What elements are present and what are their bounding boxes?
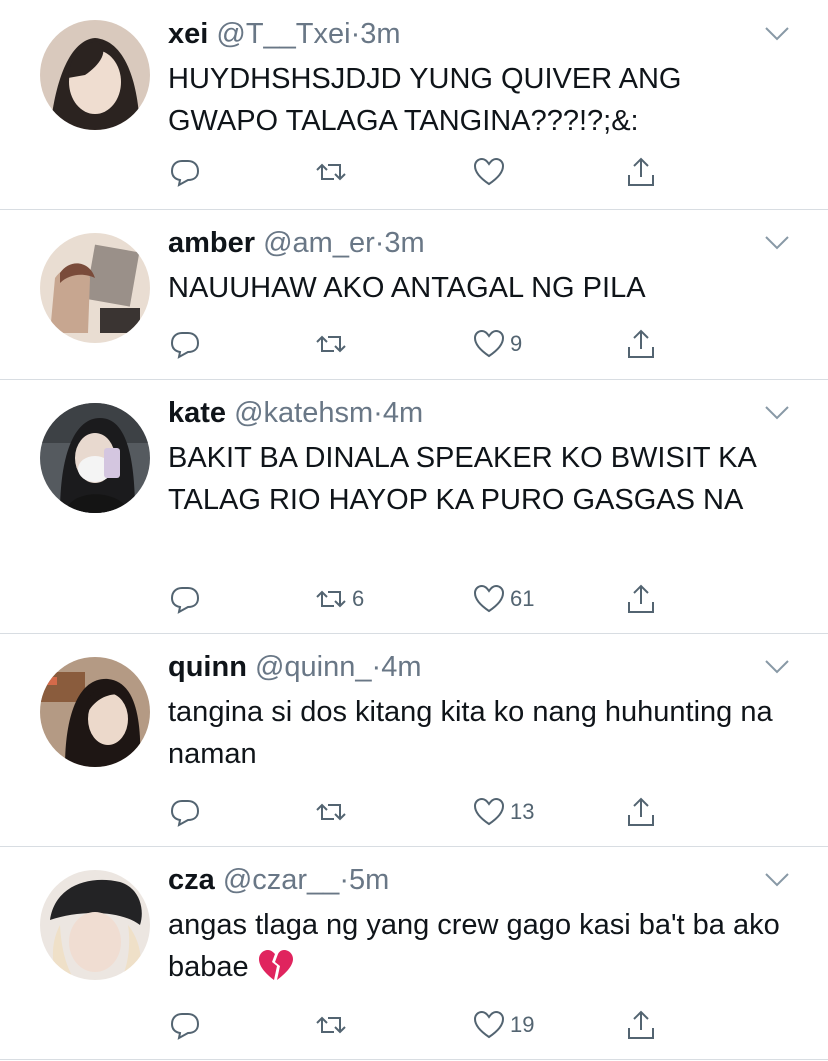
retweet-icon bbox=[316, 590, 346, 608]
reply-button[interactable] bbox=[168, 152, 202, 192]
avatar[interactable] bbox=[40, 403, 150, 513]
retweet-icon bbox=[316, 335, 346, 353]
chevron-down-icon[interactable] bbox=[764, 872, 790, 888]
heart-icon bbox=[473, 797, 505, 826]
heart-icon bbox=[473, 584, 505, 613]
separator-dot: · bbox=[373, 397, 383, 429]
separator-dot: · bbox=[350, 18, 361, 50]
share-button[interactable] bbox=[624, 152, 658, 192]
tweet-actions bbox=[168, 152, 728, 192]
display-name[interactable]: amber bbox=[168, 227, 255, 259]
timestamp[interactable]: 4m bbox=[383, 397, 423, 429]
reply-button[interactable] bbox=[168, 579, 202, 619]
heart-icon bbox=[473, 1010, 505, 1039]
retweet-icon bbox=[316, 1016, 346, 1034]
tweet-header: kate @katehsm·4m bbox=[168, 395, 423, 431]
retweet-button[interactable]: 6 bbox=[314, 579, 364, 619]
tweet-header: amber @am_er·3m bbox=[168, 225, 425, 261]
tweet[interactable]: cza @czar__·5m angas tlaga ng yang crew … bbox=[0, 846, 828, 1060]
retweet-count: 6 bbox=[352, 586, 365, 611]
share-button[interactable] bbox=[624, 1005, 658, 1045]
tweet[interactable]: kate @katehsm·4m BAKIT BA DINALA SPEAKER… bbox=[0, 379, 828, 634]
tweet-actions: 6 61 bbox=[168, 579, 728, 619]
like-button[interactable]: 19 bbox=[472, 1005, 534, 1045]
timestamp[interactable]: 4m bbox=[381, 651, 421, 683]
retweet-button[interactable] bbox=[314, 324, 348, 364]
username[interactable]: @T__Txei bbox=[216, 18, 350, 50]
tweet-text-container: angas tlaga ng yang crew gago kasi ba't … bbox=[168, 904, 798, 988]
like-count: 19 bbox=[510, 1012, 535, 1037]
chevron-down-icon[interactable] bbox=[764, 235, 790, 251]
tweet-text: HUYDHSHSJDJD YUNG QUIVER ANG GWAPO TALAG… bbox=[168, 63, 682, 137]
share-icon bbox=[628, 797, 654, 826]
tweet-text: tangina si dos kitang kita ko nang huhun… bbox=[168, 696, 773, 770]
retweet-icon bbox=[316, 803, 346, 821]
tweet-text: BAKIT BA DINALA SPEAKER KO BWISIT KA TAL… bbox=[168, 442, 756, 516]
timestamp[interactable]: 5m bbox=[349, 864, 389, 896]
separator-dot: · bbox=[374, 227, 385, 259]
separator-dot: · bbox=[339, 864, 349, 896]
reply-icon bbox=[170, 160, 200, 187]
reply-icon bbox=[170, 1013, 200, 1040]
reply-button[interactable] bbox=[168, 1005, 202, 1045]
share-icon bbox=[628, 584, 654, 613]
tweet[interactable]: quinn @quinn_·4m tangina si dos kitang k… bbox=[0, 633, 828, 847]
avatar[interactable] bbox=[40, 233, 150, 343]
timestamp[interactable]: 3m bbox=[360, 18, 400, 50]
timestamp[interactable]: 3m bbox=[384, 227, 424, 259]
tweet-actions: 19 bbox=[168, 1005, 728, 1045]
username[interactable]: @quinn_ bbox=[255, 651, 372, 683]
tweet[interactable]: amber @am_er·3m NAUUHAW AKO ANTAGAL NG P… bbox=[0, 209, 828, 380]
retweet-button[interactable] bbox=[314, 1005, 348, 1045]
tweet-header: quinn @quinn_·4m bbox=[168, 649, 421, 685]
avatar[interactable] bbox=[40, 20, 150, 130]
reply-button[interactable] bbox=[168, 324, 202, 364]
like-button[interactable] bbox=[472, 152, 506, 192]
retweet-button[interactable] bbox=[314, 152, 348, 192]
like-button[interactable]: 61 bbox=[472, 579, 534, 619]
avatar[interactable] bbox=[40, 870, 150, 980]
heart-icon bbox=[473, 329, 505, 358]
reply-icon bbox=[170, 332, 200, 359]
like-button[interactable]: 9 bbox=[472, 324, 522, 364]
heart-icon bbox=[473, 157, 505, 186]
share-button[interactable] bbox=[624, 579, 658, 619]
reply-icon bbox=[170, 800, 200, 827]
like-button[interactable]: 13 bbox=[472, 792, 534, 832]
chevron-down-icon[interactable] bbox=[764, 26, 790, 42]
share-icon bbox=[628, 157, 654, 186]
retweet-button[interactable] bbox=[314, 792, 348, 832]
tweet-actions: 9 bbox=[168, 324, 728, 364]
display-name[interactable]: cza bbox=[168, 864, 215, 896]
reply-icon bbox=[170, 587, 200, 614]
share-icon bbox=[628, 329, 654, 358]
like-count: 13 bbox=[510, 799, 535, 824]
chevron-down-icon[interactable] bbox=[764, 659, 790, 675]
like-count: 61 bbox=[510, 586, 535, 611]
username[interactable]: @am_er bbox=[263, 227, 375, 259]
reply-button[interactable] bbox=[168, 792, 202, 832]
display-name[interactable]: xei bbox=[168, 18, 208, 50]
display-name[interactable]: kate bbox=[168, 397, 226, 429]
avatar[interactable] bbox=[40, 657, 150, 767]
share-button[interactable] bbox=[624, 792, 658, 832]
tweet-actions: 13 bbox=[168, 792, 728, 832]
tweet[interactable]: xei @T__Txei·3m HUYDHSHSJDJD YUNG QUIVER… bbox=[0, 0, 828, 210]
like-count: 9 bbox=[510, 331, 523, 356]
share-button[interactable] bbox=[624, 324, 658, 364]
retweet-icon bbox=[316, 163, 346, 181]
separator-dot: · bbox=[371, 651, 382, 683]
share-icon bbox=[628, 1010, 654, 1039]
display-name[interactable]: quinn bbox=[168, 651, 247, 683]
username[interactable]: @czar__ bbox=[223, 864, 339, 896]
broken-heart-icon bbox=[258, 950, 293, 980]
chevron-down-icon[interactable] bbox=[764, 405, 790, 421]
username[interactable]: @katehsm bbox=[234, 397, 373, 429]
tweet-text: NAUUHAW AKO ANTAGAL NG PILA bbox=[168, 272, 646, 304]
tweet-header: xei @T__Txei·3m bbox=[168, 16, 401, 52]
tweet-header: cza @czar__·5m bbox=[168, 862, 389, 898]
